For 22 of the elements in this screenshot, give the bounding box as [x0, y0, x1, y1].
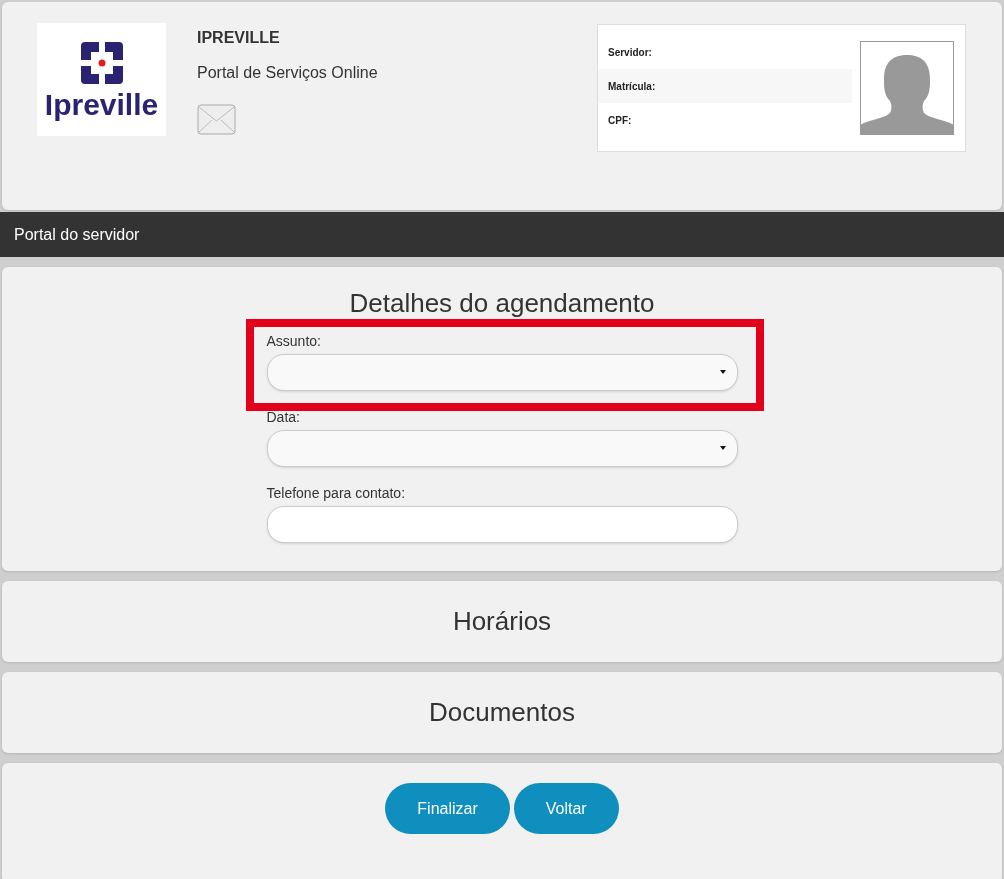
collapsible-panel[interactable]: Documentos [2, 672, 1002, 753]
action-button[interactable]: Finalizar [385, 783, 510, 834]
field-label: Assunto: [266, 331, 322, 351]
site-subtitle: Portal de Serviços Online [197, 63, 378, 83]
select-field[interactable] [266, 429, 738, 467]
collapsible-panel[interactable]: Horários [2, 581, 1002, 662]
field-label: Data: [266, 407, 301, 427]
section-title: Detalhes do agendamento [349, 287, 655, 320]
profile-label: Matrícula: [608, 79, 656, 94]
field-label: Telefone para contato: [266, 483, 407, 503]
nav-title[interactable]: Portal do servidor [14, 222, 140, 247]
site-title: IPREVILLE [197, 28, 281, 48]
input-field[interactable] [266, 505, 738, 543]
logo-text: Ipreville [44, 89, 159, 120]
caret-icon [719, 446, 726, 450]
caret-icon [719, 370, 726, 374]
envelope-icon[interactable] [197, 104, 236, 135]
profile-label: CPF: [608, 113, 632, 128]
profile-label: Servidor: [608, 45, 652, 60]
cross-logo-icon [78, 39, 125, 86]
select-field[interactable] [266, 353, 738, 391]
action-button[interactable]: Voltar [513, 783, 619, 834]
